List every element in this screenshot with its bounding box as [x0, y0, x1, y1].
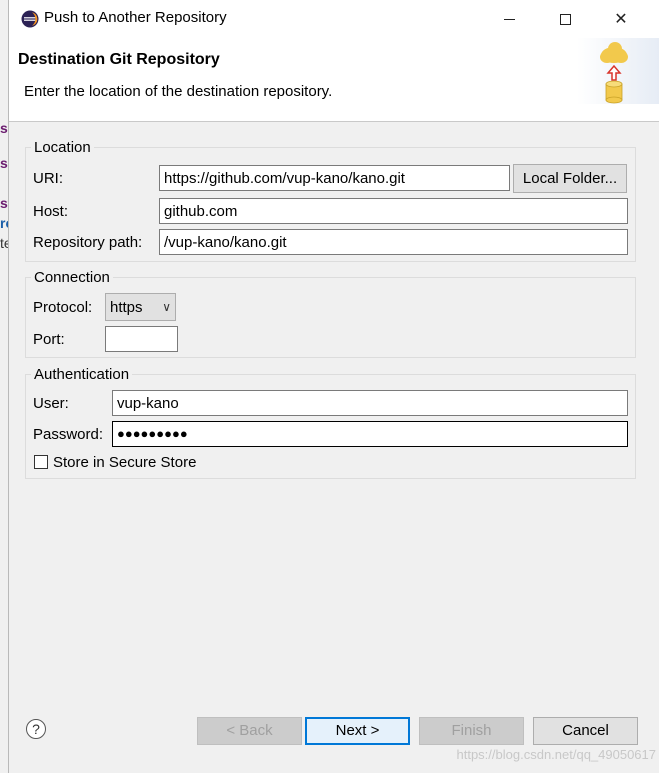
wizard-header: Destination Git Repository Enter the loc…: [9, 38, 659, 122]
minimize-button[interactable]: [481, 0, 537, 38]
password-field[interactable]: ●●●●●●●●●: [112, 421, 628, 447]
port-field[interactable]: [105, 326, 178, 352]
close-button[interactable]: ✕: [593, 0, 649, 38]
host-field[interactable]: [159, 198, 628, 224]
repository-path-field[interactable]: [159, 229, 628, 255]
port-label: Port:: [33, 331, 65, 348]
store-in-secure-store-label: Store in Secure Store: [53, 454, 197, 471]
watermark-text: https://blog.csdn.net/qq_49050617: [456, 747, 657, 762]
location-legend: Location: [34, 139, 91, 156]
password-label: Password:: [33, 426, 104, 443]
connection-legend: Connection: [34, 269, 110, 286]
maximize-icon: [559, 13, 571, 25]
user-field[interactable]: [112, 390, 628, 416]
wizard-content: Location URI: Local Folder... Host: Repo…: [9, 122, 659, 690]
uri-label: URI:: [33, 170, 63, 187]
push-dialog: Push to Another Repository ✕ Destination…: [8, 0, 659, 773]
finish-button[interactable]: Finish: [419, 717, 524, 745]
protocol-dropdown[interactable]: https ∨: [105, 293, 176, 321]
close-icon: ✕: [614, 11, 628, 28]
uri-field[interactable]: [159, 165, 510, 191]
protocol-value: https: [110, 298, 143, 316]
maximize-button[interactable]: [537, 0, 593, 38]
page-description: Enter the location of the destination re…: [24, 83, 333, 100]
window-title: Push to Another Repository: [44, 9, 227, 26]
next-button[interactable]: Next >: [305, 717, 410, 745]
eclipse-icon: [21, 10, 39, 28]
repository-path-label: Repository path:: [33, 234, 143, 251]
background-text: s: [0, 120, 8, 136]
host-label: Host:: [33, 203, 69, 220]
help-glyph: ?: [32, 721, 40, 737]
background-text: s: [0, 155, 8, 171]
minimize-icon: [503, 18, 515, 20]
cancel-button[interactable]: Cancel: [533, 717, 638, 745]
title-bar[interactable]: Push to Another Repository ✕: [9, 0, 659, 38]
authentication-legend: Authentication: [34, 366, 130, 383]
store-in-secure-store-checkbox[interactable]: [34, 455, 48, 469]
wizard-footer: ? < Back Next > Finish Cancel https://bl…: [9, 690, 659, 773]
local-folder-button[interactable]: Local Folder...: [513, 164, 627, 193]
back-button[interactable]: < Back: [197, 717, 302, 745]
user-label: User:: [33, 395, 69, 412]
chevron-down-icon: ∨: [162, 300, 171, 314]
protocol-label: Protocol:: [33, 299, 93, 316]
page-title: Destination Git Repository: [18, 51, 220, 68]
wizard-banner-icon: [577, 38, 659, 104]
help-icon[interactable]: ?: [26, 719, 46, 739]
